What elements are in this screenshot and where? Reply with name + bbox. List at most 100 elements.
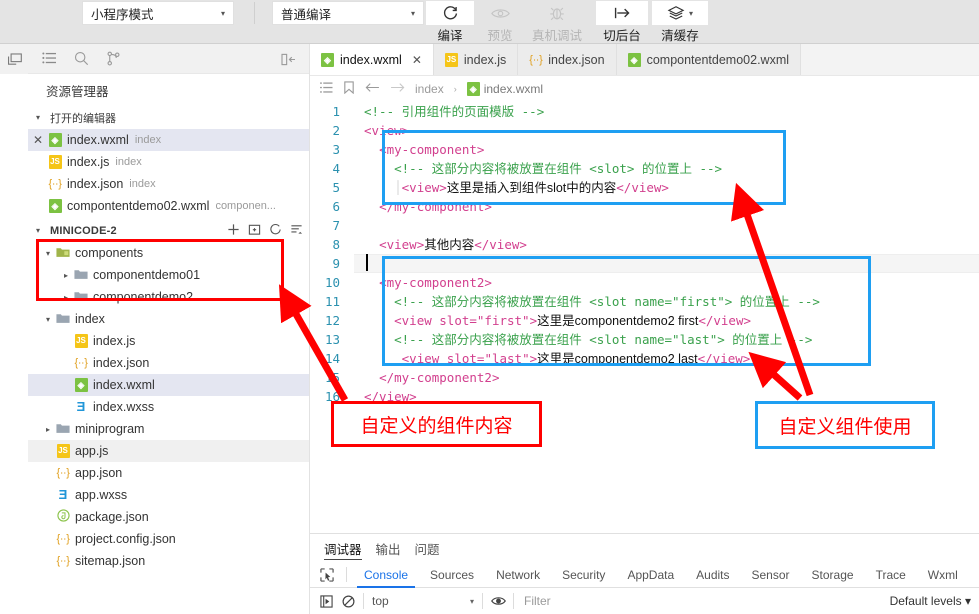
console-levels-select[interactable]: Default levels ▾ (890, 594, 979, 608)
open-editors-header[interactable]: ▾ 打开的编辑器 (28, 106, 309, 129)
close-icon[interactable]: ✕ (30, 133, 46, 147)
code-token-tag: <view slot="last"> (401, 350, 538, 366)
json-file-icon: {∙∙} (56, 555, 70, 568)
tree-folder-components[interactable]: ▾ components (28, 242, 309, 264)
open-editor-folder: componen... (215, 200, 276, 212)
tree-file-index-wxml[interactable]: ◈ index.wxml (28, 374, 309, 396)
clear-console-icon[interactable] (337, 595, 359, 608)
refresh-icon[interactable] (269, 223, 282, 239)
line-number: 4 (332, 161, 340, 176)
devtools-tab-security[interactable]: Security (551, 562, 616, 588)
panel-tab-output[interactable]: 输出 (376, 534, 401, 562)
new-folder-icon[interactable] (248, 223, 261, 239)
sidebar-item-source-control[interactable] (98, 44, 128, 74)
tree-item-label: sitemap.json (75, 554, 146, 568)
tab-index-js[interactable]: JS index.js (433, 44, 519, 75)
devtools-tab-console[interactable]: Console (353, 562, 419, 588)
devtools-tab-trace[interactable]: Trace (865, 562, 917, 588)
close-icon[interactable]: ✕ (412, 53, 422, 67)
tree-file-app-wxss[interactable]: Ǝ app.wxss (28, 484, 309, 506)
open-editor-index-json[interactable]: {∙∙} index.json index (28, 173, 309, 195)
tree-folder-miniprogram[interactable]: ▸ miniprogram (28, 418, 309, 440)
json-file-icon: {∙∙} (74, 357, 88, 370)
console-context-select[interactable]: top ▾ (364, 594, 482, 608)
console-filter-input[interactable]: Filter (514, 594, 890, 608)
chevron-down-icon: ▾ (688, 8, 693, 18)
wxml-file-icon: ◈ (72, 378, 90, 393)
tree-file-package-json[interactable]: package.json (28, 506, 309, 528)
line-number: 13 (324, 332, 340, 347)
back-arrow-icon[interactable] (365, 82, 380, 96)
inspect-element-icon[interactable] (314, 567, 340, 582)
code-token-text: 这里是插入到组件slot中的内容 (446, 180, 617, 195)
chevron-down-icon: ▾ (45, 248, 50, 258)
app-window: 小程序模式 ▾ 普通编译 ▾ 编译 预览 真机调试 切后台 ▾ 清缓存 资源管理… (0, 0, 979, 614)
new-file-icon[interactable] (227, 223, 240, 239)
tree-file-app-json[interactable]: {∙∙} app.json (28, 462, 309, 484)
devtools-tab-wxml[interactable]: Wxml (917, 562, 969, 588)
project-name: MINICODE-2 (50, 224, 117, 237)
tree-folder-componentdemo01[interactable]: ▸ componentdemo01 (28, 264, 309, 286)
compile-button[interactable] (426, 1, 474, 25)
real-device-debug-button[interactable] (526, 1, 588, 25)
tab-compontentdemo02-wxml[interactable]: ◈ compontentdemo02.wxml (616, 44, 802, 75)
collapse-all-icon[interactable] (290, 223, 303, 239)
tree-file-project-config-json[interactable]: {∙∙} project.config.json (28, 528, 309, 550)
devtools-tab-network[interactable]: Network (485, 562, 551, 588)
wxml-file-icon: ◈ (46, 133, 64, 148)
code-line: 7 (310, 216, 979, 235)
split-editor-button[interactable] (0, 44, 28, 74)
devtools-tab-storage[interactable]: Storage (801, 562, 865, 588)
tree-file-index-json[interactable]: {∙∙} index.json (28, 352, 309, 374)
preview-button-label[interactable]: 预览 (476, 25, 524, 44)
switch-background-button[interactable] (596, 1, 648, 25)
forward-arrow-icon[interactable] (390, 82, 405, 96)
live-expression-icon[interactable] (487, 595, 509, 607)
tab-label: index.js (463, 52, 507, 67)
code-line: 5 │ │<view>这里是插入到组件slot中的内容</view> (310, 178, 979, 197)
project-header[interactable]: ▾ MINICODE-2 (28, 219, 309, 242)
collapse-sidebar-button[interactable] (273, 44, 303, 74)
tree-folder-index[interactable]: ▾ index (28, 308, 309, 330)
code-line: 4 │ <!-- 这部分内容将被放置在组件 <slot> 的位置上 --> (310, 159, 979, 178)
tree-folder-componentdemo2[interactable]: ▸ componentdemo2 (28, 286, 309, 308)
code-area[interactable]: 1 <!-- 引用组件的页面模版 --> 2 <view> 3 <my-comp… (310, 102, 979, 533)
tree-file-index-wxss[interactable]: Ǝ index.wxss (28, 396, 309, 418)
devtools-tab-sources[interactable]: Sources (419, 562, 485, 588)
tree-file-app-js[interactable]: JS app.js (28, 440, 309, 462)
wxml-file-icon: ◈ (46, 199, 64, 214)
mode-select[interactable]: 小程序模式 ▾ (82, 1, 234, 25)
chevron-down-icon: ▾ (36, 113, 41, 122)
open-editor-index-wxml[interactable]: ✕ ◈ index.wxml index (28, 129, 309, 151)
clear-cache-button[interactable]: ▾ (652, 1, 708, 25)
switch-background-label[interactable]: 切后台 (596, 25, 648, 44)
execute-icon[interactable] (315, 594, 337, 608)
panel-tab-problems[interactable]: 问题 (415, 534, 440, 562)
annotation-note-right-text: 自定义组件使用 (778, 415, 912, 438)
sidebar-item-search[interactable] (66, 44, 96, 74)
tree-item-label: components (75, 246, 144, 260)
compile-select[interactable]: 普通编译 ▾ (272, 1, 424, 25)
tab-index-json[interactable]: {∙∙} index.json (518, 44, 617, 75)
preview-button[interactable] (476, 1, 524, 25)
open-editor-index-js[interactable]: JS index.js index (28, 151, 309, 173)
breadcrumb-file[interactable]: ◈ index.wxml (466, 82, 543, 97)
panel-tabs: 调试器 输出 问题 (310, 534, 979, 562)
devtools-tab-sensor[interactable]: Sensor (741, 562, 801, 588)
json-file-icon: {∙∙} (48, 178, 62, 191)
breadcrumb-folder[interactable]: index (415, 82, 444, 96)
tree-file-sitemap-json[interactable]: {∙∙} sitemap.json (28, 550, 309, 572)
bookmark-icon[interactable] (343, 81, 355, 97)
outline-icon[interactable] (320, 81, 333, 97)
tab-index-wxml[interactable]: ◈ index.wxml ✕ (310, 44, 434, 75)
sidebar-item-explorer[interactable] (34, 44, 64, 74)
compile-button-label[interactable]: 编译 (426, 25, 474, 44)
panel-tab-debugger[interactable]: 调试器 (324, 534, 362, 562)
bottom-panel: 调试器 输出 问题 Console Sources Network Securi… (310, 533, 979, 614)
real-device-debug-label[interactable]: 真机调试 (526, 25, 588, 44)
open-editor-compontentdemo02-wxml[interactable]: ◈ compontentdemo02.wxml componen... (28, 195, 309, 217)
devtools-tab-appdata[interactable]: AppData (616, 562, 685, 588)
tree-file-index-js[interactable]: JS index.js (28, 330, 309, 352)
devtools-tab-audits[interactable]: Audits (685, 562, 740, 588)
clear-cache-label[interactable]: 清缓存 (652, 25, 708, 44)
